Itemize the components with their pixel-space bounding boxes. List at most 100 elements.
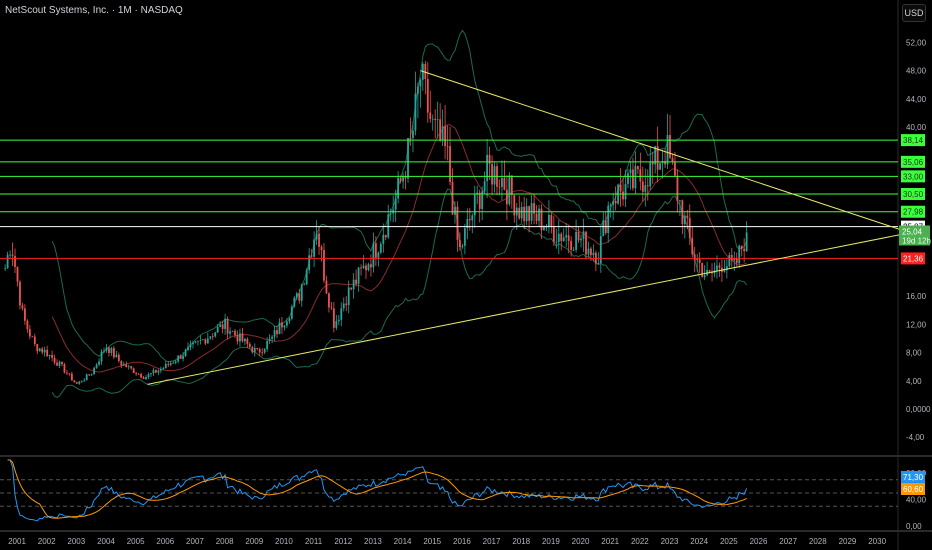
candle-body [295,293,298,298]
candle-body [387,214,390,238]
candle-body [56,362,58,366]
candle-body [471,215,474,221]
year-tick-label: 2011 [305,537,323,546]
candle-body [607,205,610,233]
candle-body [622,191,624,200]
candle-body [105,347,108,351]
candle-body [4,268,7,270]
candle-body [303,284,306,286]
candle-body [646,185,649,187]
candle-body [463,228,466,246]
rsi-tick-label: 40,00 [906,496,927,505]
candle-body [209,336,212,339]
candle-body [572,249,575,251]
candle-body [51,354,53,358]
rsi-tick-label: 0,00 [906,522,922,531]
price-tick-label: -4,00 [906,433,925,442]
candle-body [216,326,219,333]
candle-body [172,362,175,364]
candle-body [337,319,340,322]
candle-body [189,344,192,348]
candle-body [407,137,409,179]
candle-body [370,264,372,268]
candle-body [169,363,172,365]
candle-body [93,367,96,375]
candle-body [439,119,442,141]
price-level-label: 33,00 [903,172,924,181]
candle-body [718,265,721,268]
candle-body [674,161,676,176]
candle-body [100,351,103,362]
candle-body [328,293,330,308]
candle-body [231,330,234,332]
candle-body [130,366,133,369]
candle-body [624,183,627,200]
year-tick-label: 2029 [839,537,857,546]
candle-body [261,352,264,354]
candle-body [206,338,209,344]
price-tick-label: 44,00 [906,95,927,104]
trendline [147,232,910,385]
candle-body [550,214,553,227]
currency-button[interactable]: USD [902,4,926,22]
price-tick-label: 40,00 [906,123,927,132]
candle-body [434,118,437,120]
candle-body [251,347,254,353]
bollinger-lower [51,188,748,398]
year-tick-label: 2016 [453,537,471,546]
year-tick-label: 2004 [97,537,115,546]
candle-body [698,259,701,264]
candle-body [179,355,182,359]
candle-body [501,177,503,187]
candle-body [688,218,691,238]
candle-body [98,361,100,365]
candle-body [266,341,269,350]
candle-body [305,269,308,285]
candle-body [120,361,123,366]
candle-body [182,356,184,359]
candle-body [24,308,26,321]
candle-body [6,254,9,269]
candle-body [246,338,249,344]
price-chart[interactable]: 52,00 48,00 44,00 40,00 16,00 12,00 8,00 4,00 0,… [0,0,932,550]
candle-body [159,368,162,371]
candle-body [85,374,88,381]
price-tick-label: 52,00 [906,38,927,47]
candle-body [409,137,412,139]
year-tick-label: 2013 [364,537,382,546]
candle-body [728,255,731,267]
candle-body [446,145,449,147]
candle-body [103,350,105,352]
candle-body [68,373,71,375]
year-tick-label: 2007 [186,537,204,546]
candle-body [110,348,113,354]
price-tick-label: 8,00 [906,349,922,358]
year-tick-label: 2028 [809,537,827,546]
candle-body [609,204,612,206]
candle-body [352,279,355,290]
candle-body [565,235,568,238]
candle-body [125,364,128,368]
candle-body [41,348,44,353]
candle-body [538,208,540,221]
candle-body [286,321,288,326]
candle-body [377,252,380,258]
candle-body [211,336,214,338]
candle-body [523,206,526,222]
candle-body [659,163,662,170]
price-tick-label: 4,00 [906,377,922,386]
candle-body [429,112,432,119]
candle-body [145,376,147,380]
candle-body [290,306,293,319]
candle-body [696,259,699,261]
candle-body [520,206,523,219]
candle-body [11,254,14,257]
year-tick-label: 2022 [631,537,649,546]
candle-body [357,267,360,284]
candle-body [634,166,637,189]
candle-body [278,322,281,335]
candle-body [164,364,167,369]
price-level-label: 21,36 [903,254,924,263]
candle-body [693,254,696,261]
candle-body [441,126,444,141]
